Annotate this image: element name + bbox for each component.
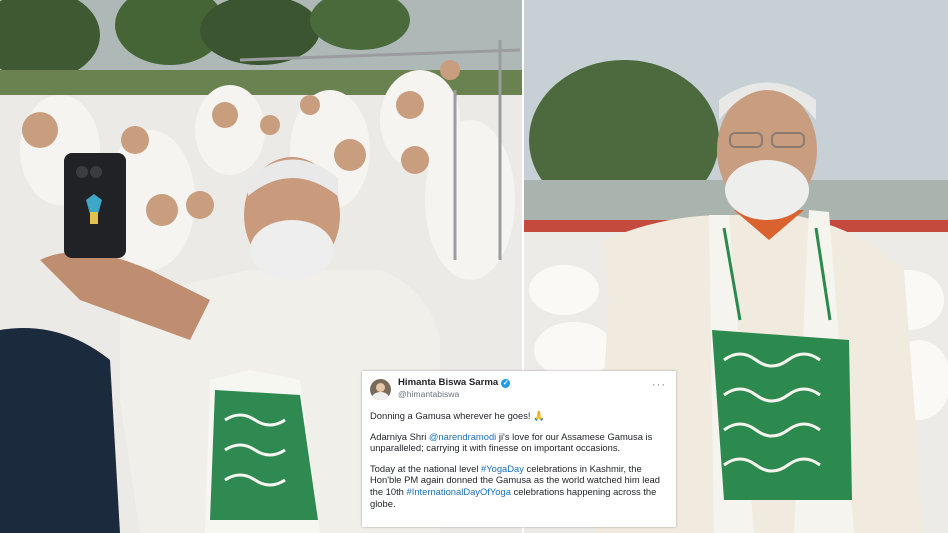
hashtag-idy-link[interactable]: #InternationalDayOfYoga: [407, 486, 511, 497]
para3-part1: Today at the national level: [370, 462, 482, 474]
tweet-line-1-text: Donning a Gamusa wherever he goes! 🙏: [370, 410, 545, 421]
author-name[interactable]: Himanta Biswa Sarma: [398, 377, 498, 389]
tweet-text: Donning a Gamusa wherever he goes! 🙏 Ada…: [370, 410, 668, 509]
tweet-paragraph-3: Today at the national level #YogaDay cel…: [370, 463, 668, 509]
author-handle[interactable]: @himantabiswa: [398, 389, 510, 401]
hashtag-yogaday-link[interactable]: #YogaDay: [481, 463, 524, 474]
mention-link[interactable]: @narendramodi: [429, 431, 496, 442]
para2-prefix: Adarniya Shri: [370, 430, 429, 442]
tweet-line-1: Donning a Gamusa wherever he goes! 🙏: [370, 410, 668, 422]
more-options-icon[interactable]: ···: [652, 379, 666, 392]
author-block: Himanta Biswa Sarma ✓ @himantabiswa: [398, 377, 511, 401]
author-name-row: Himanta Biswa Sarma ✓: [398, 377, 511, 389]
tweet-header: Himanta Biswa Sarma ✓ @himantabiswa ···: [370, 376, 668, 402]
tweet-paragraph-2: Adarniya Shri @narendramodi ji's love fo…: [370, 431, 668, 454]
avatar[interactable]: [370, 378, 391, 400]
tweet-card: Himanta Biswa Sarma ✓ @himantabiswa ··· …: [362, 371, 676, 527]
verified-badge-icon: ✓: [501, 378, 511, 388]
